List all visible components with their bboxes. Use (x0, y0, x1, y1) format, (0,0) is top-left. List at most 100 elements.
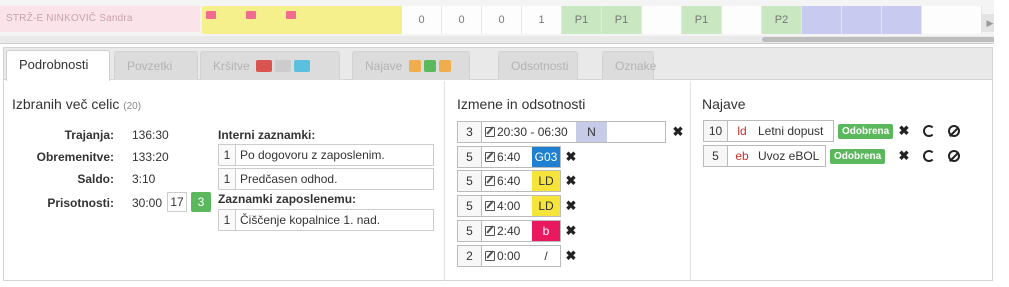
marker-icon (246, 11, 256, 19)
schedule-cell[interactable] (202, 6, 242, 34)
schedule-cell[interactable] (282, 6, 322, 34)
shift-count: 3 (458, 122, 482, 142)
shift-time[interactable]: 0:00 (482, 246, 532, 266)
schedule-cell[interactable]: 0 (442, 6, 482, 34)
schedule-cell[interactable]: 0 (482, 6, 522, 34)
schedule-cell[interactable] (842, 6, 882, 34)
shift-time[interactable]: 6:40 (482, 171, 532, 191)
presence-label: Prisotnosti: (47, 196, 114, 210)
section-divider (444, 81, 445, 281)
schedule-cell[interactable] (242, 6, 282, 34)
schedule-cell[interactable]: P1 (682, 6, 722, 34)
edit-icon (485, 251, 495, 261)
shift-row[interactable]: 2 0:00 / (457, 245, 561, 267)
ban-icon[interactable] (948, 125, 960, 137)
schedule-strip: STRŽ-E NINKOVIČ Sandra 0 0 0 1 P1 P1 P1 … (0, 0, 1000, 44)
shift-row[interactable]: 5 4:00 LD (457, 195, 561, 217)
shift-row[interactable]: 5 6:40 LD (457, 170, 561, 192)
schedule-cell[interactable] (882, 6, 922, 34)
delete-icon[interactable]: ✖ (898, 124, 910, 137)
delete-icon[interactable]: ✖ (565, 224, 577, 237)
announcement-row[interactable]: 5 eb Uvoz eBOL (703, 145, 826, 167)
edit-icon (485, 201, 495, 211)
schedule-cell[interactable] (922, 6, 982, 34)
orange-count-badge (408, 59, 421, 72)
torn-edge (994, 0, 1009, 287)
employee-name[interactable]: STRŽ-E NINKOVIČ Sandra (0, 6, 200, 32)
schedule-cells: 0 0 0 1 P1 P1 P1 P2 (202, 6, 982, 34)
delete-icon[interactable]: ✖ (898, 149, 910, 162)
note-text: Po dogovoru z zaposlenim. (240, 148, 385, 162)
shift-count: 5 (458, 221, 482, 241)
employee-notes-title: Zaznamki zaposlenemu: (218, 192, 357, 206)
shift-time-text: 6:40 (497, 174, 521, 188)
red-count-badge (256, 59, 273, 72)
shift-row[interactable]: 3 20:30 - 06:30 N (457, 121, 666, 143)
tab-label: Kršitve (213, 59, 250, 73)
shift-row[interactable]: 5 6:40 G03 (457, 146, 561, 168)
shift-code: LD (532, 171, 560, 191)
delete-icon[interactable]: ✖ (565, 199, 577, 212)
note-count: 1 (219, 210, 236, 230)
announcement-code: ld (737, 124, 747, 138)
delete-icon[interactable]: ✖ (565, 249, 577, 262)
announcement-label: Letni dopust (758, 124, 824, 138)
duration-value: 136:30 (132, 128, 169, 142)
internal-note[interactable]: 1 Po dogovoru z zaposlenim. (218, 144, 434, 166)
delete-icon[interactable]: ✖ (672, 125, 684, 138)
schedule-cell[interactable]: 1 (522, 6, 562, 34)
shift-code: N (576, 122, 607, 142)
schedule-cell[interactable] (802, 6, 842, 34)
delete-icon[interactable]: ✖ (565, 174, 577, 187)
schedule-cell[interactable] (642, 6, 682, 34)
shift-count: 5 (458, 196, 482, 216)
employee-note[interactable]: 1 Čiščenje kopalnice 1. nad. (218, 209, 434, 231)
schedule-cell[interactable]: P1 (602, 6, 642, 34)
schedule-cell[interactable] (322, 6, 362, 34)
tab-odsotnosti[interactable]: Odsotnosti (498, 51, 578, 80)
tab-label: Povzetki (127, 59, 173, 73)
selection-title: Izbranih več celic (20) (12, 96, 141, 112)
tab-label: Oznake (615, 59, 657, 73)
schedule-cell[interactable] (362, 6, 402, 34)
section-divider (690, 81, 691, 281)
shift-count: 5 (458, 147, 482, 167)
delete-icon[interactable]: ✖ (565, 150, 577, 163)
internal-notes-title: Interni zaznamki: (218, 128, 316, 142)
shift-count: 2 (458, 246, 482, 266)
note-count: 1 (219, 169, 236, 189)
shift-time[interactable]: 20:30 - 06:30 (482, 122, 576, 142)
green-count-badge (423, 59, 436, 72)
schedule-cell[interactable] (722, 6, 762, 34)
orange-count-badge (438, 59, 451, 72)
shift-row[interactable]: 5 2:40 b (457, 220, 561, 242)
announcement-row[interactable]: 10 ld Letni dopust (703, 120, 834, 142)
note-count: 1 (219, 145, 236, 165)
announcement-count: 5 (704, 146, 728, 166)
internal-note[interactable]: 1 Predčasen odhod. (218, 168, 434, 190)
shift-time[interactable]: 6:40 (482, 147, 532, 167)
tab-oznake[interactable]: Oznake (602, 51, 657, 80)
shift-time-text: 4:00 (497, 199, 521, 213)
tab-najave[interactable]: Najave (352, 51, 470, 80)
ban-icon[interactable] (948, 150, 960, 162)
tab-povzetki[interactable]: Povzetki (114, 51, 198, 80)
shift-code: b (532, 221, 560, 241)
tab-podrobnosti[interactable]: Podrobnosti (6, 50, 110, 81)
tab-label: Podrobnosti (19, 57, 89, 72)
presence-green-box[interactable]: 3 (191, 192, 211, 212)
undo-icon[interactable] (923, 125, 935, 137)
gray-count-badge (275, 59, 292, 72)
presence-count-box: 17 (167, 192, 187, 212)
schedule-cell[interactable]: P2 (762, 6, 802, 34)
schedule-cell[interactable]: P1 (562, 6, 602, 34)
undo-icon[interactable] (923, 150, 935, 162)
scrollbar-thumb[interactable] (762, 37, 998, 42)
shift-time[interactable]: 4:00 (482, 196, 532, 216)
tab-krsitve[interactable]: Kršitve (200, 51, 340, 80)
presence-value: 30:00 (132, 196, 163, 210)
edit-icon (485, 176, 495, 186)
shift-time[interactable]: 2:40 (482, 221, 532, 241)
schedule-cell[interactable]: 0 (402, 6, 442, 34)
tab-label: Odsotnosti (511, 59, 569, 73)
